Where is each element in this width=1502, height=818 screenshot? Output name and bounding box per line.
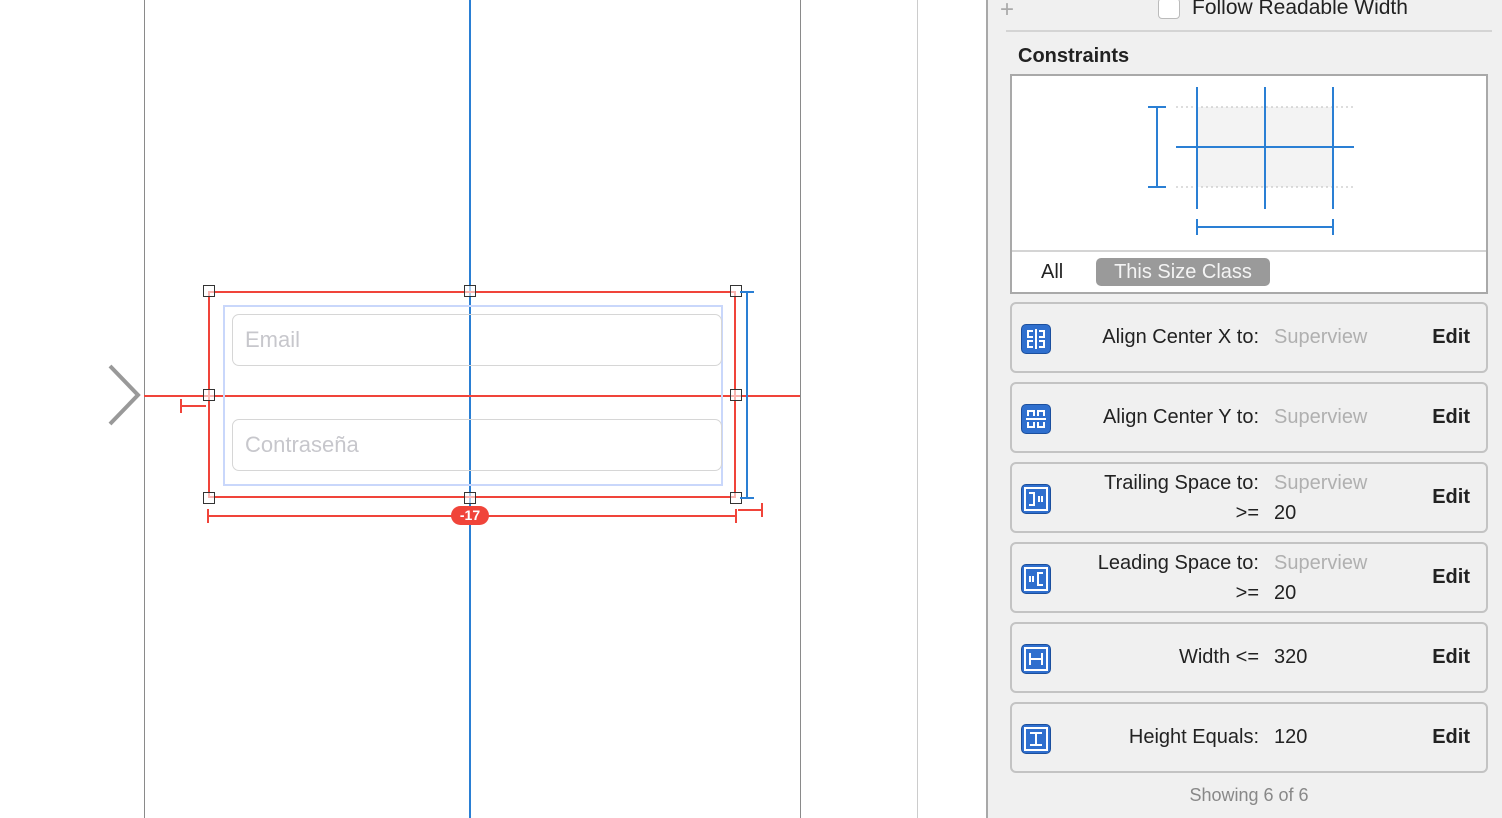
resize-handle[interactable] bbox=[464, 492, 476, 504]
constraint-value: 320 bbox=[1274, 646, 1308, 668]
trailing-space-constraint[interactable] bbox=[738, 509, 762, 511]
constraint-value: 20 bbox=[1274, 502, 1297, 524]
edit-button[interactable]: Edit bbox=[1432, 726, 1470, 749]
follow-readable-width-label: Follow Readable Width bbox=[1192, 0, 1408, 19]
constraint-label: Width <= bbox=[1178, 646, 1259, 668]
resize-handle[interactable] bbox=[203, 492, 215, 504]
trailing-space-cap bbox=[761, 503, 763, 517]
password-text-field[interactable]: Contraseña bbox=[232, 419, 722, 471]
constraints-title: Constraints bbox=[1018, 45, 1130, 67]
constraints-diagram bbox=[1148, 87, 1354, 235]
edit-button[interactable]: Edit bbox=[1432, 646, 1470, 669]
edit-button[interactable]: Edit bbox=[1432, 566, 1470, 589]
entry-point-arrow-icon bbox=[0, 364, 141, 426]
filter-this-size-class[interactable]: This Size Class bbox=[1096, 258, 1270, 286]
resize-handle[interactable] bbox=[464, 285, 476, 297]
constraints-diagram-box: All This Size Class bbox=[1010, 74, 1488, 294]
leading-space-cap bbox=[180, 399, 182, 413]
width-cap bbox=[207, 509, 209, 523]
constraint-label: Leading Space to: bbox=[1097, 552, 1259, 574]
constraint-row-trailing-space[interactable]: Trailing Space to: Superview >= 20 Edit bbox=[1010, 462, 1488, 533]
width-icon bbox=[1021, 644, 1051, 674]
edit-button[interactable]: Edit bbox=[1432, 326, 1470, 349]
divider bbox=[1006, 30, 1492, 32]
filter-all[interactable]: All bbox=[1041, 261, 1063, 284]
view-controller-right-edge bbox=[800, 0, 801, 818]
constraint-row-width[interactable]: Width <= 320 Edit bbox=[1010, 622, 1488, 693]
resize-handle[interactable] bbox=[730, 389, 742, 401]
password-placeholder: Contraseña bbox=[245, 432, 359, 457]
plus-icon[interactable]: + bbox=[1000, 0, 1014, 24]
constraint-row-height[interactable]: Height Equals: 120 Edit bbox=[1010, 702, 1488, 773]
size-inspector: + Follow Readable Width Constraints All … bbox=[986, 0, 1502, 818]
constraint-row-align-center-x[interactable]: Align Center X to: Superview Edit bbox=[1010, 302, 1488, 373]
leading-space-constraint[interactable] bbox=[180, 405, 206, 407]
constraint-label: Height Equals: bbox=[1128, 726, 1259, 748]
resize-handle[interactable] bbox=[203, 285, 215, 297]
constraint-target: Superview bbox=[1274, 326, 1368, 348]
height-cap bbox=[740, 291, 754, 293]
constraint-target: Superview bbox=[1274, 472, 1368, 494]
width-cap bbox=[735, 509, 737, 523]
constraint-target: Superview bbox=[1274, 552, 1368, 574]
constraints-count: Showing 6 of 6 bbox=[1189, 785, 1309, 805]
constraint-row-leading-space[interactable]: Leading Space to: Superview >= 20 Edit bbox=[1010, 542, 1488, 613]
conflict-badge[interactable]: -17 bbox=[451, 506, 489, 525]
follow-readable-width-checkbox[interactable] bbox=[1158, 0, 1180, 19]
height-cap bbox=[740, 497, 754, 499]
constraint-value: 20 bbox=[1274, 582, 1297, 604]
height-constraint[interactable] bbox=[746, 291, 748, 499]
divider bbox=[1012, 250, 1486, 252]
edit-button[interactable]: Edit bbox=[1432, 406, 1470, 429]
storyboard-canvas[interactable]: Email Contraseña -17 bbox=[0, 0, 986, 818]
trailing-space-icon bbox=[1021, 484, 1051, 514]
edit-button[interactable]: Edit bbox=[1432, 486, 1470, 509]
constraint-label: Trailing Space to: bbox=[1104, 472, 1259, 494]
constraint-relation: >= bbox=[1235, 582, 1259, 604]
constraint-label: Align Center X to: bbox=[1102, 326, 1259, 348]
height-icon bbox=[1021, 724, 1051, 754]
resize-handle[interactable] bbox=[203, 389, 215, 401]
align-center-y-icon bbox=[1021, 404, 1051, 434]
constraint-target: Superview bbox=[1274, 406, 1368, 428]
constraint-value: 120 bbox=[1274, 726, 1308, 748]
constraint-row-align-center-y[interactable]: Align Center Y to: Superview Edit bbox=[1010, 382, 1488, 453]
align-center-x-icon bbox=[1021, 324, 1051, 354]
canvas-divider bbox=[917, 0, 918, 818]
email-placeholder: Email bbox=[245, 327, 301, 352]
constraint-relation: >= bbox=[1235, 502, 1259, 524]
leading-space-icon bbox=[1021, 564, 1051, 594]
constraint-label: Align Center Y to: bbox=[1102, 406, 1259, 428]
email-text-field[interactable]: Email bbox=[232, 314, 722, 366]
